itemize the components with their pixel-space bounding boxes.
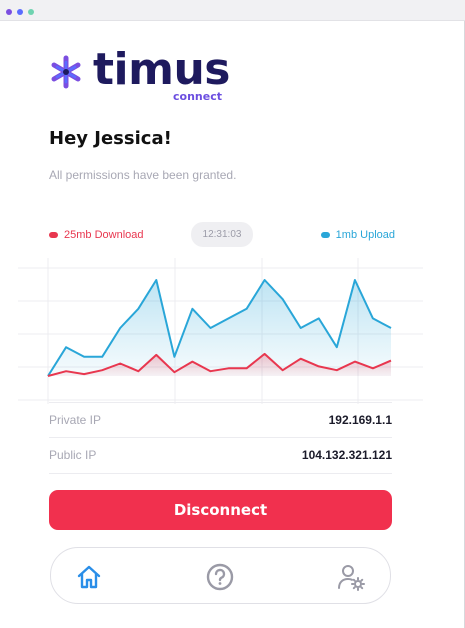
public-ip-label: Public IP <box>49 448 97 462</box>
public-ip-value: 104.132.321.121 <box>301 448 392 462</box>
legend-download: 25mb Download <box>49 229 144 241</box>
window-titlebar <box>0 0 465 21</box>
upload-area <box>48 280 391 376</box>
chart-legend: 25mb Download 12:31:03 1mb Upload <box>49 222 395 248</box>
window-dot-close[interactable] <box>6 9 12 15</box>
window-dot-minimize[interactable] <box>17 9 23 15</box>
timus-logo: timus connect <box>48 44 248 108</box>
logo-subtitle: connect <box>173 90 222 103</box>
private-ip-row: Private IP 192.169.1.1 <box>49 402 392 438</box>
logo-wordmark: timus <box>93 44 230 95</box>
bottom-nav <box>50 547 391 604</box>
public-ip-row: Public IP 104.132.321.121 <box>49 438 392 474</box>
snowflake-logo-icon <box>51 55 81 89</box>
window-dot-maximize[interactable] <box>28 9 34 15</box>
private-ip-label: Private IP <box>49 413 102 427</box>
upload-swatch <box>320 232 330 238</box>
download-swatch <box>49 232 58 238</box>
permissions-status: All permissions have been granted. <box>49 168 237 182</box>
disconnect-button[interactable]: Disconnect <box>49 490 392 530</box>
home-icon[interactable] <box>74 562 104 592</box>
help-icon[interactable] <box>205 562 235 592</box>
legend-upload: 1mb Upload <box>320 229 395 241</box>
traffic-chart <box>18 258 423 404</box>
legend-download-label: 25mb Download <box>64 229 144 241</box>
user-settings-icon[interactable] <box>336 562 366 592</box>
time-badge: 12:31:03 <box>191 222 253 247</box>
legend-upload-label: 1mb Upload <box>335 229 395 241</box>
private-ip-value: 192.169.1.1 <box>328 413 392 427</box>
greeting-heading: Hey Jessica! <box>49 128 172 149</box>
app-window: timus connect Hey Jessica! All permissio… <box>0 0 465 628</box>
